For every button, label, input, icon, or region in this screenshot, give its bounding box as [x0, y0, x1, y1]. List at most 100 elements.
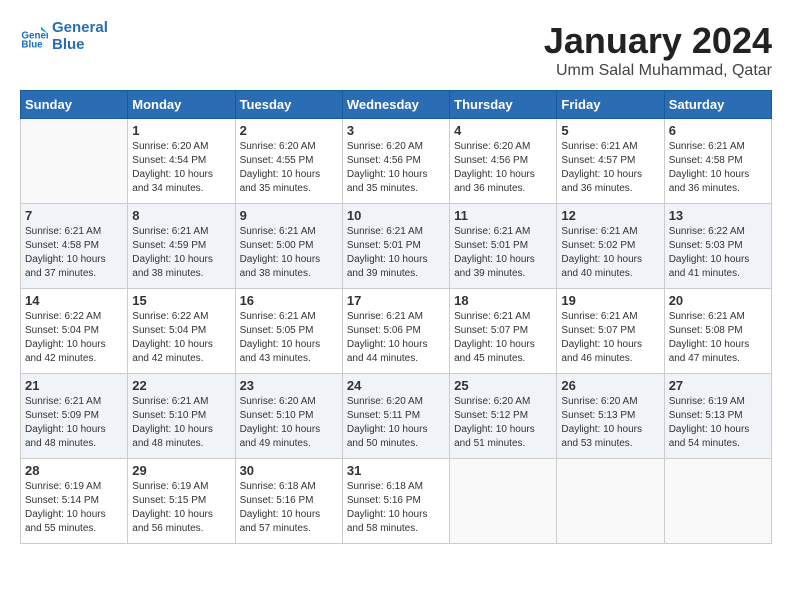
- week-row-4: 21 Sunrise: 6:21 AM Sunset: 5:09 PM Dayli…: [21, 374, 772, 459]
- day-info: Sunrise: 6:19 AM Sunset: 5:13 PM Dayligh…: [669, 395, 767, 451]
- logo-line1: General: [52, 20, 108, 37]
- day-number: 11: [454, 208, 552, 223]
- day-info: Sunrise: 6:21 AM Sunset: 5:07 PM Dayligh…: [454, 310, 552, 366]
- day-number: 20: [669, 293, 767, 308]
- week-row-1: 1Sunrise: 6:20 AM Sunset: 4:54 PM Daylig…: [21, 119, 772, 204]
- day-info: Sunrise: 6:22 AM Sunset: 5:04 PM Dayligh…: [25, 310, 123, 366]
- day-info: Sunrise: 6:20 AM Sunset: 4:56 PM Dayligh…: [454, 140, 552, 196]
- day-info: Sunrise: 6:21 AM Sunset: 5:01 PM Dayligh…: [454, 225, 552, 281]
- day-info: Sunrise: 6:20 AM Sunset: 5:12 PM Dayligh…: [454, 395, 552, 451]
- day-number: 9: [240, 208, 338, 223]
- day-cell-12: 12 Sunrise: 6:21 AM Sunset: 5:02 PM Dayli…: [557, 204, 664, 289]
- day-cell-29: 29Sunrise: 6:19 AM Sunset: 5:15 PM Dayli…: [128, 459, 235, 544]
- day-info: Sunrise: 6:21 AM Sunset: 4:57 PM Dayligh…: [561, 140, 659, 196]
- day-cell-11: 11 Sunrise: 6:21 AM Sunset: 5:01 PM Dayli…: [450, 204, 557, 289]
- logo: General Blue General Blue: [20, 20, 108, 53]
- day-cell-17: 17 Sunrise: 6:21 AM Sunset: 5:06 PM Dayli…: [342, 289, 449, 374]
- week-row-5: 28 Sunrise: 6:19 AM Sunset: 5:14 PM Dayli…: [21, 459, 772, 544]
- day-cell-20: 20 Sunrise: 6:21 AM Sunset: 5:08 PM Dayli…: [664, 289, 771, 374]
- day-info: Sunrise: 6:21 AM Sunset: 5:02 PM Dayligh…: [561, 225, 659, 281]
- calendar-table: SundayMondayTuesdayWednesdayThursdayFrid…: [20, 90, 772, 544]
- svg-text:Blue: Blue: [21, 39, 43, 50]
- header: General Blue General Blue January 2024 U…: [20, 20, 772, 80]
- day-number: 5: [561, 123, 659, 138]
- day-number: 21: [25, 378, 123, 393]
- day-info: Sunrise: 6:22 AM Sunset: 5:03 PM Dayligh…: [669, 225, 767, 281]
- day-info: Sunrise: 6:21 AM Sunset: 5:09 PM Dayligh…: [25, 395, 123, 451]
- day-info: Sunrise: 6:20 AM Sunset: 5:10 PM Dayligh…: [240, 395, 338, 451]
- day-number: 27: [669, 378, 767, 393]
- day-cell-18: 18Sunrise: 6:21 AM Sunset: 5:07 PM Dayli…: [450, 289, 557, 374]
- day-info: Sunrise: 6:21 AM Sunset: 5:06 PM Dayligh…: [347, 310, 445, 366]
- day-number: 22: [132, 378, 230, 393]
- day-number: 14: [25, 293, 123, 308]
- empty-cell: [664, 459, 771, 544]
- day-number: 4: [454, 123, 552, 138]
- day-info: Sunrise: 6:21 AM Sunset: 5:01 PM Dayligh…: [347, 225, 445, 281]
- day-cell-19: 19Sunrise: 6:21 AM Sunset: 5:07 PM Dayli…: [557, 289, 664, 374]
- day-info: Sunrise: 6:21 AM Sunset: 4:58 PM Dayligh…: [25, 225, 123, 281]
- day-number: 26: [561, 378, 659, 393]
- day-cell-27: 27 Sunrise: 6:19 AM Sunset: 5:13 PM Dayli…: [664, 374, 771, 459]
- day-cell-31: 31 Sunrise: 6:18 AM Sunset: 5:16 PM Dayli…: [342, 459, 449, 544]
- day-cell-24: 24Sunrise: 6:20 AM Sunset: 5:11 PM Dayli…: [342, 374, 449, 459]
- day-info: Sunrise: 6:21 AM Sunset: 5:08 PM Dayligh…: [669, 310, 767, 366]
- day-number: 12: [561, 208, 659, 223]
- header-row: SundayMondayTuesdayWednesdayThursdayFrid…: [21, 91, 772, 119]
- day-number: 3: [347, 123, 445, 138]
- day-info: Sunrise: 6:20 AM Sunset: 4:56 PM Dayligh…: [347, 140, 445, 196]
- day-cell-9: 9 Sunrise: 6:21 AM Sunset: 5:00 PM Daylig…: [235, 204, 342, 289]
- day-cell-6: 6 Sunrise: 6:21 AM Sunset: 4:58 PM Daylig…: [664, 119, 771, 204]
- day-number: 7: [25, 208, 123, 223]
- day-number: 16: [240, 293, 338, 308]
- day-number: 8: [132, 208, 230, 223]
- day-cell-13: 13 Sunrise: 6:22 AM Sunset: 5:03 PM Dayli…: [664, 204, 771, 289]
- empty-cell: [21, 119, 128, 204]
- day-info: Sunrise: 6:19 AM Sunset: 5:15 PM Dayligh…: [132, 480, 230, 536]
- day-info: Sunrise: 6:20 AM Sunset: 4:54 PM Dayligh…: [132, 140, 230, 196]
- day-cell-14: 14 Sunrise: 6:22 AM Sunset: 5:04 PM Dayli…: [21, 289, 128, 374]
- day-info: Sunrise: 6:21 AM Sunset: 5:10 PM Dayligh…: [132, 395, 230, 451]
- day-info: Sunrise: 6:18 AM Sunset: 5:16 PM Dayligh…: [347, 480, 445, 536]
- day-cell-16: 16 Sunrise: 6:21 AM Sunset: 5:05 PM Dayli…: [235, 289, 342, 374]
- day-cell-2: 2 Sunrise: 6:20 AM Sunset: 4:55 PM Daylig…: [235, 119, 342, 204]
- week-row-3: 14 Sunrise: 6:22 AM Sunset: 5:04 PM Dayli…: [21, 289, 772, 374]
- day-info: Sunrise: 6:21 AM Sunset: 5:05 PM Dayligh…: [240, 310, 338, 366]
- logo-line2: Blue: [52, 37, 108, 54]
- day-info: Sunrise: 6:21 AM Sunset: 5:00 PM Dayligh…: [240, 225, 338, 281]
- day-info: Sunrise: 6:19 AM Sunset: 5:14 PM Dayligh…: [25, 480, 123, 536]
- day-number: 28: [25, 463, 123, 478]
- day-cell-15: 15Sunrise: 6:22 AM Sunset: 5:04 PM Dayli…: [128, 289, 235, 374]
- month-title: January 2024: [544, 20, 772, 62]
- empty-cell: [450, 459, 557, 544]
- header-cell-monday: Monday: [128, 91, 235, 119]
- day-cell-21: 21 Sunrise: 6:21 AM Sunset: 5:09 PM Dayli…: [21, 374, 128, 459]
- empty-cell: [557, 459, 664, 544]
- day-cell-25: 25Sunrise: 6:20 AM Sunset: 5:12 PM Dayli…: [450, 374, 557, 459]
- header-cell-thursday: Thursday: [450, 91, 557, 119]
- header-cell-sunday: Sunday: [21, 91, 128, 119]
- header-cell-saturday: Saturday: [664, 91, 771, 119]
- header-cell-tuesday: Tuesday: [235, 91, 342, 119]
- header-cell-friday: Friday: [557, 91, 664, 119]
- day-number: 6: [669, 123, 767, 138]
- day-cell-23: 23 Sunrise: 6:20 AM Sunset: 5:10 PM Dayli…: [235, 374, 342, 459]
- day-info: Sunrise: 6:20 AM Sunset: 5:13 PM Dayligh…: [561, 395, 659, 451]
- day-info: Sunrise: 6:21 AM Sunset: 4:58 PM Dayligh…: [669, 140, 767, 196]
- day-number: 2: [240, 123, 338, 138]
- day-cell-1: 1Sunrise: 6:20 AM Sunset: 4:54 PM Daylig…: [128, 119, 235, 204]
- day-number: 31: [347, 463, 445, 478]
- location-title: Umm Salal Muhammad, Qatar: [544, 62, 772, 80]
- day-cell-5: 5 Sunrise: 6:21 AM Sunset: 4:57 PM Daylig…: [557, 119, 664, 204]
- day-number: 23: [240, 378, 338, 393]
- day-info: Sunrise: 6:20 AM Sunset: 4:55 PM Dayligh…: [240, 140, 338, 196]
- day-cell-8: 8 Sunrise: 6:21 AM Sunset: 4:59 PM Daylig…: [128, 204, 235, 289]
- day-info: Sunrise: 6:18 AM Sunset: 5:16 PM Dayligh…: [240, 480, 338, 536]
- day-cell-7: 7 Sunrise: 6:21 AM Sunset: 4:58 PM Daylig…: [21, 204, 128, 289]
- day-info: Sunrise: 6:21 AM Sunset: 4:59 PM Dayligh…: [132, 225, 230, 281]
- day-info: Sunrise: 6:21 AM Sunset: 5:07 PM Dayligh…: [561, 310, 659, 366]
- day-number: 13: [669, 208, 767, 223]
- day-cell-10: 10Sunrise: 6:21 AM Sunset: 5:01 PM Dayli…: [342, 204, 449, 289]
- day-cell-28: 28 Sunrise: 6:19 AM Sunset: 5:14 PM Dayli…: [21, 459, 128, 544]
- day-number: 17: [347, 293, 445, 308]
